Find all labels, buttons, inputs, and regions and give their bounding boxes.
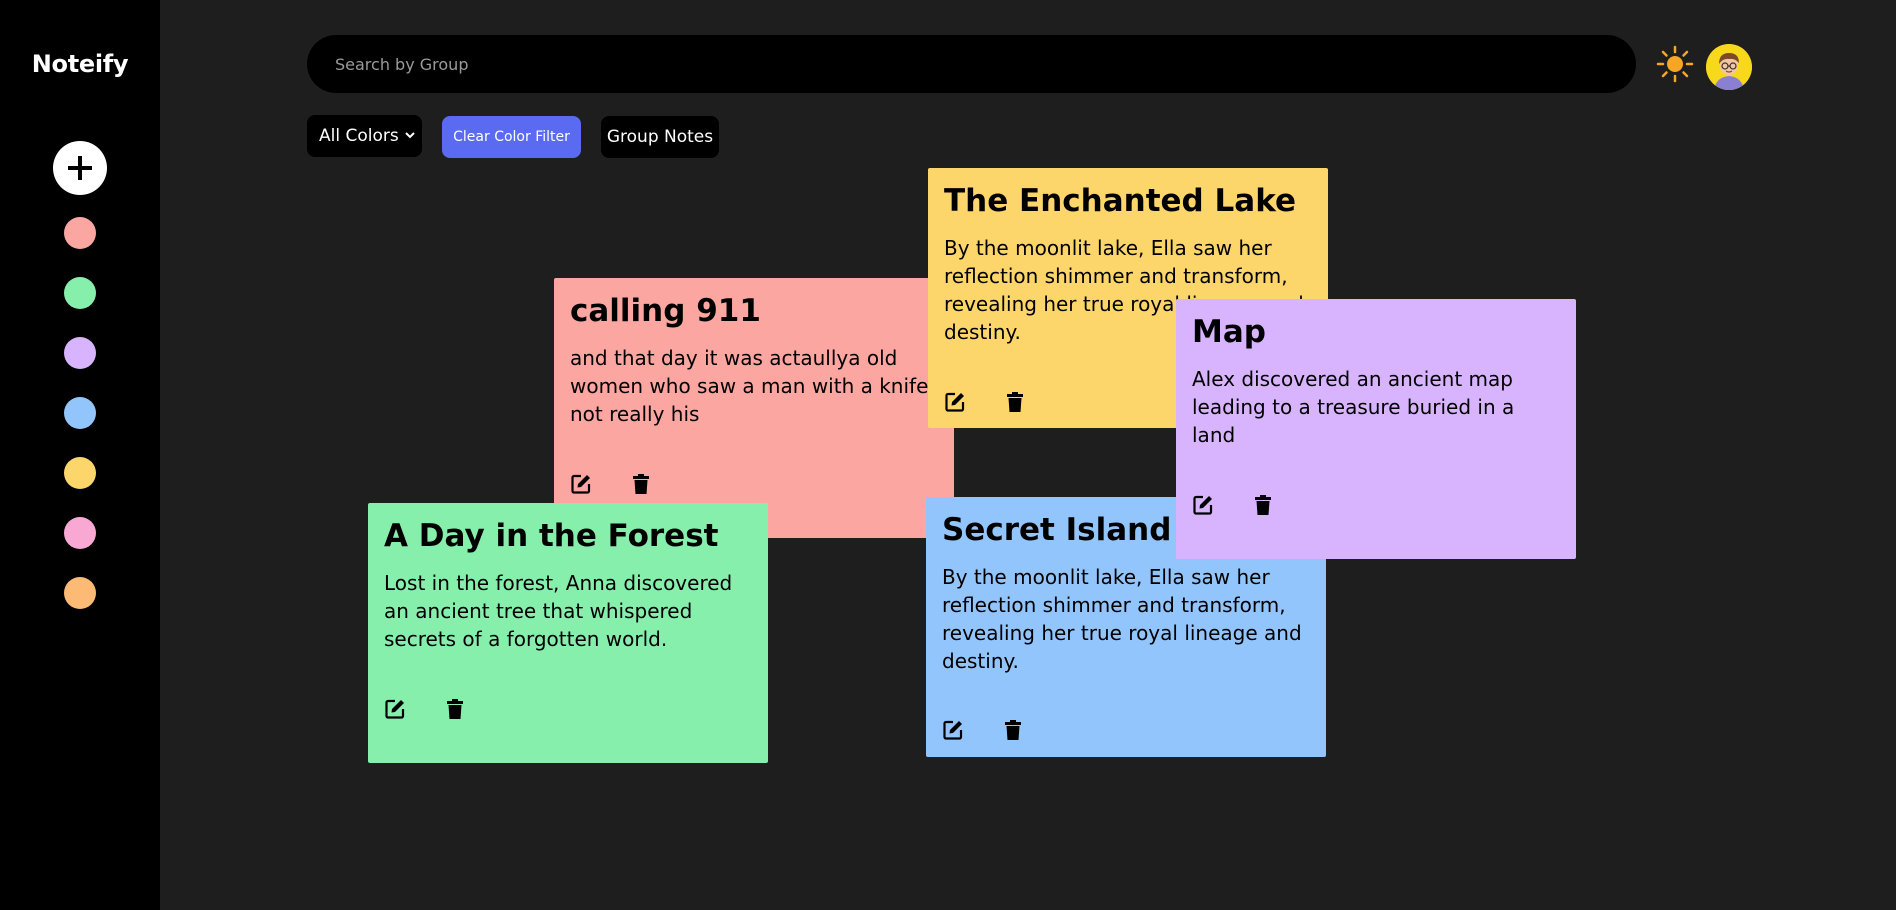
note-card[interactable]: Map Alex discovered an ancient map leadi… [1176,299,1576,559]
color-swatch-red[interactable] [64,217,96,249]
trash-icon[interactable] [444,698,466,720]
edit-icon[interactable] [384,698,406,720]
clear-color-filter-button[interactable]: Clear Color Filter [442,116,581,158]
note-body: Alex discovered an ancient map leading t… [1192,367,1515,447]
avatar-icon [1706,44,1752,90]
sun-icon [1656,45,1694,83]
note-body: and that day it was actaullya old women … [570,346,929,426]
app-logo: Noteify [31,50,129,78]
chevron-down-icon [405,132,415,139]
note-body: Lost in the forest, Anna discovered an a… [384,571,733,651]
theme-toggle-button[interactable] [1656,45,1694,83]
trash-icon[interactable] [630,473,652,495]
note-title: Map [1192,314,1266,350]
note-title: calling 911 [570,293,761,329]
sidebar: Noteify [0,0,160,910]
search-input[interactable] [307,35,1636,93]
color-swatch-orange[interactable] [64,577,96,609]
color-swatch-purple[interactable] [64,337,96,369]
plus-icon [68,156,92,180]
color-swatch-green[interactable] [64,277,96,309]
color-swatch-yellow[interactable] [64,457,96,489]
color-filter-value: All Colors [319,126,399,146]
note-body: By the moonlit lake, Ella saw her reflec… [942,565,1302,673]
edit-icon[interactable] [944,391,966,413]
color-swatch-blue[interactable] [64,397,96,429]
note-card[interactable]: A Day in the Forest Lost in the forest, … [368,503,768,763]
color-swatch-pink[interactable] [64,517,96,549]
trash-icon[interactable] [1252,494,1274,516]
group-notes-button[interactable]: Group Notes [601,116,719,158]
trash-icon[interactable] [1002,719,1024,741]
edit-icon[interactable] [942,719,964,741]
note-title: The Enchanted Lake [944,183,1297,219]
trash-icon[interactable] [1004,391,1026,413]
note-title: A Day in the Forest [384,518,719,554]
edit-icon[interactable] [1192,494,1214,516]
note-card[interactable]: calling 911 and that day it was actaully… [554,278,954,538]
edit-icon[interactable] [570,473,592,495]
user-avatar[interactable] [1706,44,1752,90]
color-filter-select[interactable]: All Colors [307,115,422,157]
add-note-button[interactable] [53,141,107,195]
